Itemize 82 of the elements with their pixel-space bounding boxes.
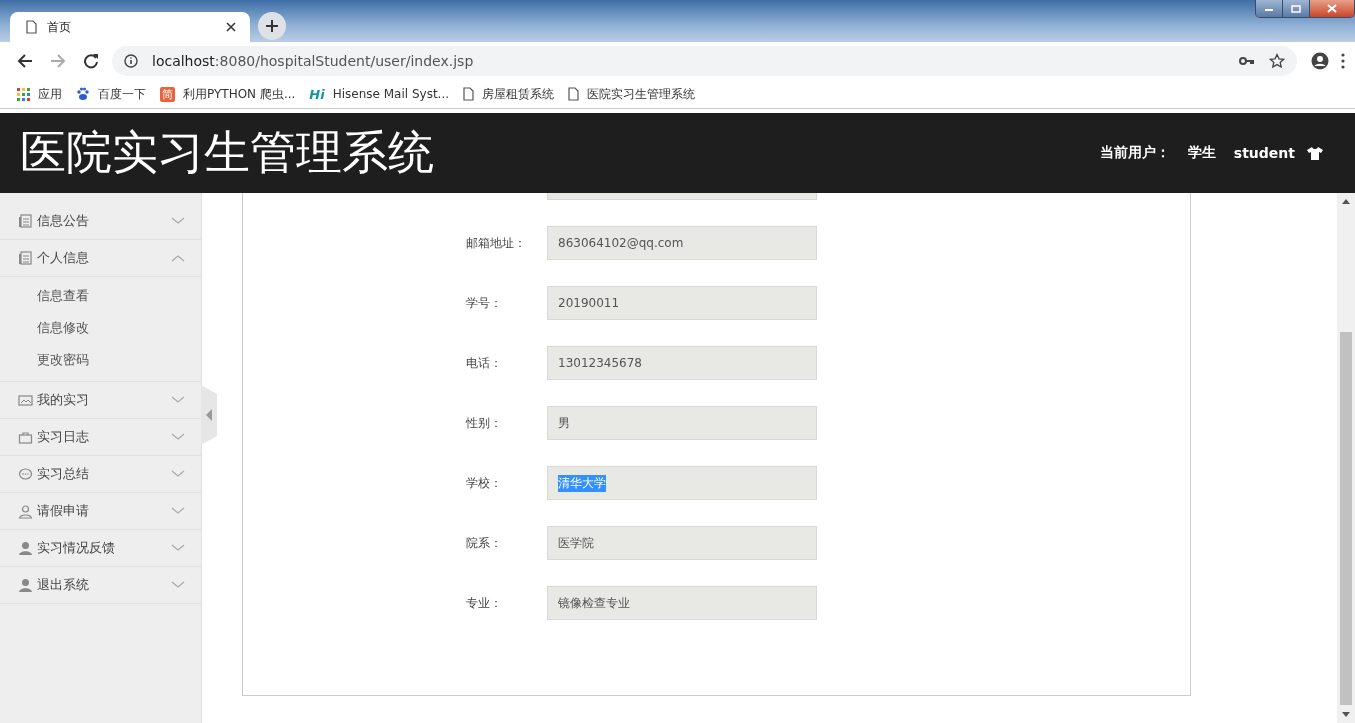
menu-item[interactable]: 退出系统 [0,567,201,604]
chevron-down-icon [171,433,185,441]
bookmark-logo: 简 [160,86,175,102]
image-icon [18,392,33,408]
page-icon [463,87,475,101]
address-bar[interactable]: localhost:8080/hospitalStudent/user/index.jsp [112,46,1297,76]
bookmark[interactable]: 简 利用PYTHON 爬虫... [160,85,296,103]
field-label: 电话： [466,354,503,372]
field-label: 院系： [466,534,503,552]
triangle-left-icon [206,409,212,421]
username: student [1233,145,1295,161]
field-label: 学校： [466,474,503,492]
field-label: 学号： [466,294,503,312]
chevron-down-icon [171,217,185,225]
input-field[interactable]: 20190011 [547,286,817,320]
paw-icon [76,87,90,101]
notebook-icon [18,213,33,229]
bookmark-logo: Hi [309,86,325,102]
tab-title: 首页 [47,18,72,36]
notebook-icon [18,250,33,266]
maximize-button[interactable] [1282,0,1309,17]
input-field[interactable]: 医学院 [547,526,817,560]
browser-tab[interactable]: 首页 [10,12,250,42]
key-icon[interactable] [1239,56,1255,66]
close-icon[interactable] [226,22,236,32]
input-field[interactable]: 13012345678 [547,346,817,380]
menu-item[interactable]: 个人信息 [0,240,201,277]
chat-bubble-icon [18,466,33,482]
field-label: 邮箱地址： [466,234,527,252]
user-outline-icon [18,503,33,519]
reload-icon[interactable] [83,53,99,69]
menu-icon[interactable] [1341,53,1345,69]
bookmark[interactable]: 医院实习生管理系统 [568,85,696,103]
page-icon [26,20,37,34]
back-icon[interactable] [17,53,33,69]
user-icon [18,577,33,593]
info-icon [124,54,138,68]
minimize-button[interactable] [1256,0,1282,17]
close-button[interactable] [1309,0,1354,17]
user-label: 当前用户： [1099,144,1170,162]
submenu-item[interactable]: 更改密码 [0,344,201,376]
bookmark[interactable]: 百度一下 [76,85,146,103]
user-icon [18,540,33,556]
chevron-down-icon [171,396,185,404]
plus-icon [265,19,279,33]
account-icon[interactable] [1311,52,1329,70]
close-icon [1327,4,1337,13]
menu-item[interactable]: 我的实习 [0,382,201,419]
field-label: 性别： [466,414,503,432]
star-icon[interactable] [1269,53,1285,69]
scrollbar-thumb[interactable] [1340,332,1352,705]
page-icon [568,87,580,101]
input-field[interactable]: 镜像检查专业 [547,586,817,620]
site-title: 医院实习生管理系统 [20,124,435,181]
chevron-down-icon [171,507,185,515]
maximize-icon [1291,4,1301,13]
chevron-down-icon [171,544,185,552]
apps-grid-icon [17,87,30,101]
bag-icon [18,429,33,445]
scroll-down-icon[interactable] [1342,712,1350,717]
user-role: 学生 [1187,144,1216,162]
new-tab-button[interactable] [258,12,286,40]
input-field[interactable]: 863064102@qq.com [547,226,817,260]
scroll-up-icon[interactable] [1342,199,1350,204]
url-text: localhost:8080/hospitalStudent/user/index.jsp [152,53,474,69]
chevron-down-icon [171,581,185,589]
shirt-icon[interactable] [1307,146,1323,160]
menu-item[interactable]: 请假申请 [0,493,201,530]
menu-item[interactable]: 实习日志 [0,419,201,456]
submenu-item[interactable]: 信息修改 [0,312,201,344]
chevron-up-icon [171,254,185,262]
bookmark[interactable]: 房屋租赁系统 [463,85,555,103]
submenu-item[interactable]: 信息查看 [0,280,201,312]
menu-item[interactable]: 实习情况反馈 [0,530,201,567]
bookmark[interactable]: 应用 [17,85,62,103]
chevron-down-icon [171,470,185,478]
scrollbar[interactable] [1337,193,1355,723]
bookmark[interactable]: Hi Hisense Mail Syst... [309,86,450,102]
field-label: 专业： [466,594,503,612]
menu-item[interactable]: 信息公告 [0,203,201,240]
menu-item[interactable]: 实习总结 [0,456,201,493]
input-field[interactable]: 男 [547,406,817,440]
